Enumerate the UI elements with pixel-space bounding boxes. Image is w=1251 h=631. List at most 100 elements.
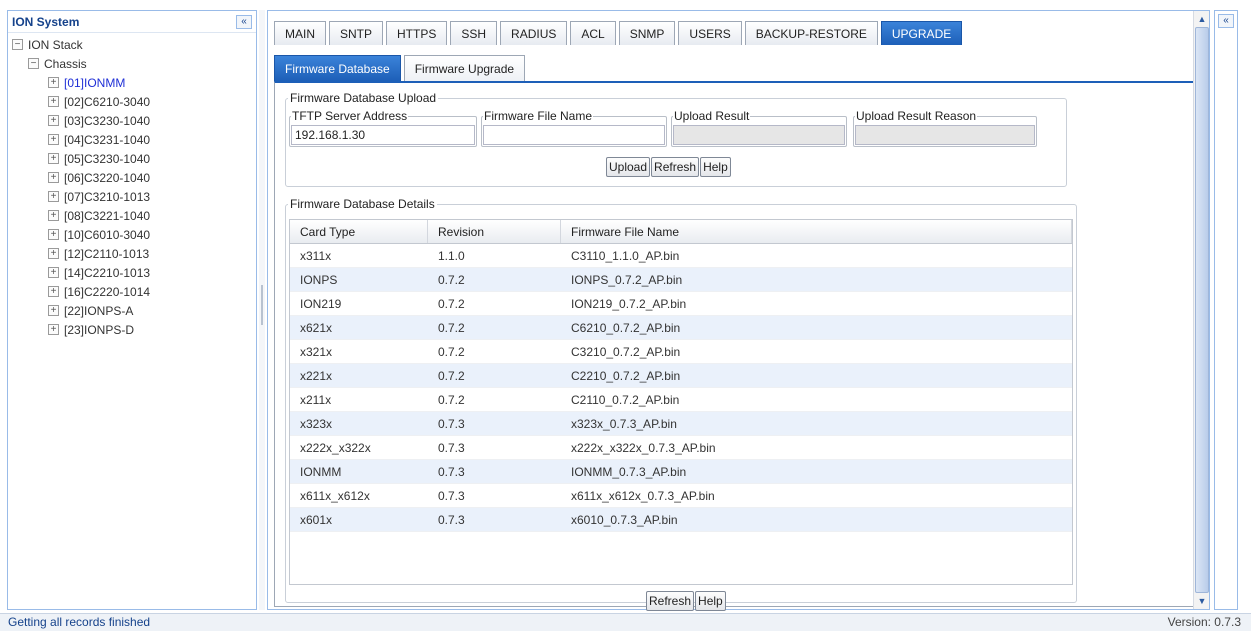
table-row[interactable]: x221x 0.7.2 C2210_0.7.2_AP.bin [290, 364, 1072, 388]
expand-node-icon[interactable]: + [48, 153, 59, 164]
tree-node[interactable]: + [03]C3230-1040 [8, 111, 256, 130]
subtab-firmware-database[interactable]: Firmware Database [274, 55, 401, 81]
tree-node-label[interactable]: [10]C6010-3040 [64, 228, 150, 242]
table-row[interactable]: x611x_x612x 0.7.3 x611x_x612x_0.7.3_AP.bin [290, 484, 1072, 508]
tree-node[interactable]: + [22]IONPS-A [8, 301, 256, 320]
table-cell: x211x [300, 392, 332, 407]
tree-node-label[interactable]: [12]C2110-1013 [64, 247, 149, 261]
tree-node[interactable]: + [01]IONMM [8, 73, 256, 92]
tree-node-label[interactable]: [14]C2210-1013 [64, 266, 150, 280]
tftp-server-address-input[interactable] [291, 125, 475, 145]
expand-right-panel-icon[interactable]: « [1218, 14, 1234, 28]
expand-node-icon[interactable]: + [48, 286, 59, 297]
expand-node-icon[interactable]: + [48, 134, 59, 145]
tree-node[interactable]: + [07]C3210-1013 [8, 187, 256, 206]
tree-node[interactable]: − Chassis [8, 54, 256, 73]
tree-node[interactable]: + [04]C3231-1040 [8, 130, 256, 149]
expand-node-icon[interactable]: + [48, 191, 59, 202]
tree-node[interactable]: + [02]C6210-3040 [8, 92, 256, 111]
table-cell: x611x_x612x_0.7.3_AP.bin [571, 488, 715, 503]
table-row[interactable]: x323x 0.7.3 x323x_0.7.3_AP.bin [290, 412, 1072, 436]
sub-tab-strip: Firmware Database Firmware Upgrade [274, 55, 528, 81]
table-row[interactable]: x621x 0.7.2 C6210_0.7.2_AP.bin [290, 316, 1072, 340]
tab-users[interactable]: USERS [678, 21, 742, 45]
tab-sntp[interactable]: SNTP [329, 21, 384, 45]
tab-upgrade[interactable]: UPGRADE [880, 21, 963, 45]
splitter-grip[interactable] [261, 285, 263, 325]
tree-node[interactable]: + [05]C3230-1040 [8, 149, 256, 168]
panel-splitter[interactable] [259, 10, 265, 610]
upload-help-button[interactable]: Help [700, 157, 731, 177]
table-cell: C2210_0.7.2_AP.bin [571, 368, 681, 383]
tab-acl[interactable]: ACL [570, 21, 616, 45]
expand-node-icon[interactable]: + [48, 248, 59, 259]
column-header-card-type[interactable]: Card Type [290, 220, 428, 243]
table-row[interactable]: x211x 0.7.2 C2110_0.7.2_AP.bin [290, 388, 1072, 412]
tree-node-label[interactable]: ION Stack [28, 38, 83, 52]
tree-node-label[interactable]: [04]C3231-1040 [64, 133, 150, 147]
tab-backup-restore[interactable]: BACKUP-RESTORE [744, 21, 878, 45]
expand-node-icon[interactable]: + [48, 96, 59, 107]
expand-node-icon[interactable]: + [48, 324, 59, 335]
tree-node[interactable]: + [14]C2210-1013 [8, 263, 256, 282]
tree-node[interactable]: + [06]C3220-1040 [8, 168, 256, 187]
expand-node-icon[interactable]: + [48, 115, 59, 126]
table-cell: C6210_0.7.2_AP.bin [571, 320, 681, 335]
tree-node-label[interactable]: [01]IONMM [64, 76, 125, 90]
status-message: Getting all records finished [8, 615, 151, 629]
details-button-row: Refresh Help [646, 591, 726, 611]
expand-node-icon[interactable]: + [48, 229, 59, 240]
column-header-revision[interactable]: Revision [428, 220, 561, 243]
table-row[interactable]: x321x 0.7.2 C3210_0.7.2_AP.bin [290, 340, 1072, 364]
tree-node[interactable]: + [10]C6010-3040 [8, 225, 256, 244]
table-row[interactable]: x222x_x322x 0.7.3 x222x_x322x_0.7.3_AP.bin [290, 436, 1072, 460]
expand-node-icon[interactable]: + [48, 305, 59, 316]
scroll-down-icon[interactable]: ▼ [1195, 594, 1209, 608]
table-row[interactable]: ION219 0.7.2 ION219_0.7.2_AP.bin [290, 292, 1072, 316]
tab-radius[interactable]: RADIUS [500, 21, 568, 45]
expand-node-icon[interactable]: + [48, 172, 59, 183]
right-collapsed-panel: « [1214, 10, 1238, 610]
table-row[interactable]: IONPS 0.7.2 IONPS_0.7.2_AP.bin [290, 268, 1072, 292]
column-header-firmware-file-name[interactable]: Firmware File Name [561, 220, 1072, 243]
main-vertical-scrollbar[interactable]: ▲ ▼ [1193, 11, 1209, 609]
collapse-left-panel-icon[interactable]: « [236, 14, 252, 29]
tree-node[interactable]: + [08]C3221-1040 [8, 206, 256, 225]
tree-node-label[interactable]: [08]C3221-1040 [64, 209, 150, 223]
tab-ssh[interactable]: SSH [450, 21, 498, 45]
table-row[interactable]: IONMM 0.7.3 IONMM_0.7.3_AP.bin [290, 460, 1072, 484]
tree-node-label[interactable]: Chassis [44, 57, 87, 71]
firmware-file-name-input[interactable] [483, 125, 665, 145]
table-cell: x601x [300, 512, 333, 527]
expand-node-icon[interactable]: + [48, 77, 59, 88]
tree-node[interactable]: + [23]IONPS-D [8, 320, 256, 339]
tree-node-label[interactable]: [03]C3230-1040 [64, 114, 150, 128]
tab-snmp[interactable]: SNMP [618, 21, 676, 45]
subtab-firmware-upgrade[interactable]: Firmware Upgrade [403, 55, 526, 81]
details-refresh-button[interactable]: Refresh [646, 591, 695, 611]
tree-node-label[interactable]: [16]C2220-1014 [64, 285, 150, 299]
tree-node-label[interactable]: [07]C3210-1013 [64, 190, 150, 204]
upload-button[interactable]: Upload [606, 157, 651, 177]
tree-node-label[interactable]: [06]C3220-1040 [64, 171, 150, 185]
scrollbar-thumb[interactable] [1195, 27, 1209, 593]
table-row[interactable]: x601x 0.7.3 x6010_0.7.3_AP.bin [290, 508, 1072, 532]
scroll-up-icon[interactable]: ▲ [1195, 12, 1209, 26]
tree-node[interactable]: − ION Stack [8, 35, 256, 54]
details-help-button[interactable]: Help [695, 591, 726, 611]
table-row[interactable]: x311x 1.1.0 C3110_1.1.0_AP.bin [290, 244, 1072, 268]
collapse-node-icon[interactable]: − [12, 39, 23, 50]
collapse-node-icon[interactable]: − [28, 58, 39, 69]
table-cell: 0.7.2 [438, 296, 465, 311]
tab-https[interactable]: HTTPS [386, 21, 448, 45]
expand-node-icon[interactable]: + [48, 267, 59, 278]
tab-main[interactable]: MAIN [274, 21, 326, 45]
expand-node-icon[interactable]: + [48, 210, 59, 221]
tree-node[interactable]: + [12]C2110-1013 [8, 244, 256, 263]
tree-node[interactable]: + [16]C2220-1014 [8, 282, 256, 301]
upload-refresh-button[interactable]: Refresh [651, 157, 700, 177]
tree-node-label[interactable]: [22]IONPS-A [64, 304, 133, 318]
tree-node-label[interactable]: [23]IONPS-D [64, 323, 134, 337]
tree-node-label[interactable]: [02]C6210-3040 [64, 95, 150, 109]
tree-node-label[interactable]: [05]C3230-1040 [64, 152, 150, 166]
